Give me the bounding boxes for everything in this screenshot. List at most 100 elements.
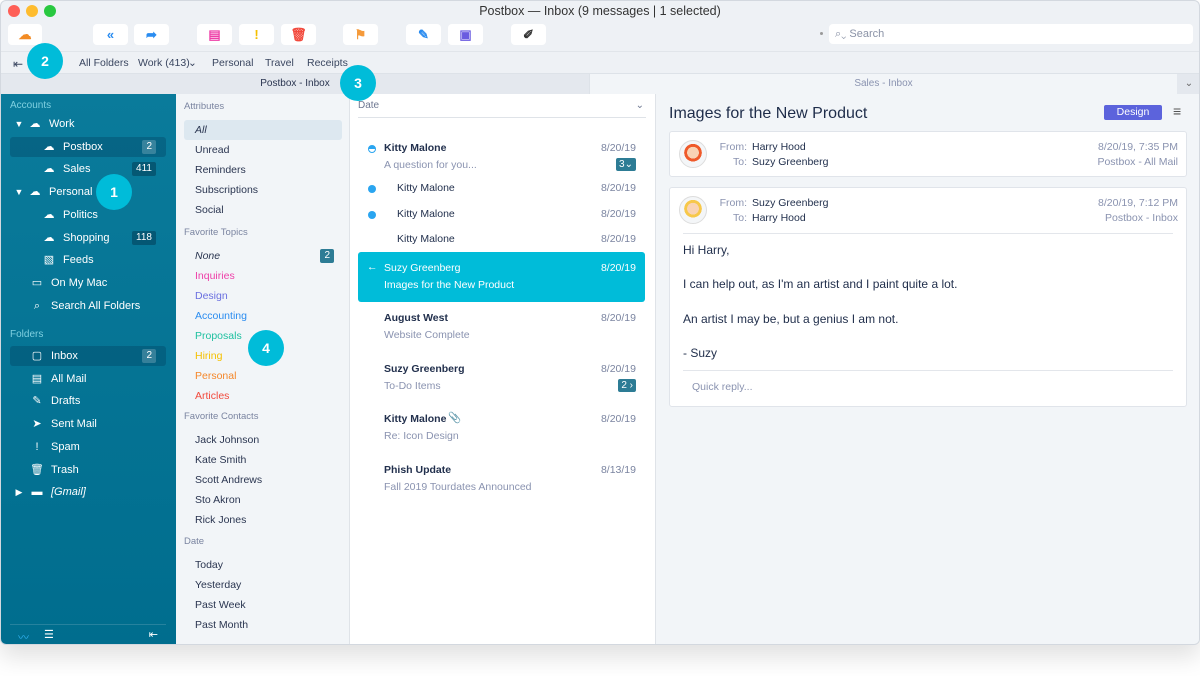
sidebar-item-gmail[interactable]: ▶ ▬ [Gmail] (10, 482, 166, 502)
minimize-button[interactable] (26, 5, 38, 17)
archive-button[interactable]: ▤ (197, 24, 232, 45)
sidebar-item-sent-mail[interactable]: ➤ Sent Mail (10, 414, 166, 434)
message-row[interactable]: Suzy Greenberg 8/20/19 To-Do Items 2 › (358, 353, 645, 403)
filter-accounting[interactable]: Accounting (184, 306, 342, 326)
message-row[interactable]: August West 8/20/19 Website Complete (358, 302, 645, 352)
disclosure-triangle-icon[interactable]: ▼ (12, 182, 26, 202)
thread-count-badge[interactable]: 3⌄ (616, 158, 636, 171)
favorite-work-[interactable]: Work (413) (138, 57, 190, 69)
pencil-icon: ✎ (32, 395, 42, 408)
close-button[interactable] (8, 5, 20, 17)
sender: Kitty Malone (397, 182, 455, 194)
sidebar-item-trash[interactable]: 🗑 Trash (10, 460, 166, 480)
filter-past-month[interactable]: Past Month (184, 615, 342, 635)
thread-child-row[interactable]: Kitty Malone 8/20/19 (358, 179, 645, 199)
thread-child-row[interactable]: Kitty Malone 8/20/19 (358, 230, 645, 250)
search-input[interactable]: ⌕⌄ Search (829, 24, 1193, 44)
sign-out-icon[interactable]: ⇤ (149, 628, 158, 641)
tab-sales-inbox[interactable]: Sales - Inbox (589, 74, 1177, 94)
message-folder[interactable]: Postbox - Inbox (1105, 212, 1178, 224)
sidebar-item-feeds[interactable]: ▧ Feeds (10, 250, 166, 270)
quick-reply-input[interactable]: Quick reply... (692, 381, 753, 393)
subject: To-Do Items (384, 380, 441, 392)
filter-subscriptions[interactable]: Subscriptions (184, 180, 342, 200)
sidebar-item-politics[interactable]: ☁ Politics (10, 205, 166, 225)
thread-count-badge[interactable]: 2 › (618, 379, 636, 392)
customize-button[interactable]: ✐ (511, 24, 546, 45)
junk-button[interactable]: ! (239, 24, 274, 45)
favorite-all-folders[interactable]: All Folders (79, 57, 129, 69)
search-icon[interactable]: ⌕⌄ (835, 28, 846, 40)
filter-social[interactable]: Social (184, 200, 342, 220)
sidebar-item-sales[interactable]: ☁ Sales 411 (10, 159, 166, 179)
filter-none[interactable]: None 2 (184, 246, 342, 266)
sidebar-item-personal[interactable]: ▼ ☁ Personal (10, 182, 166, 202)
filter-today[interactable]: Today (184, 555, 342, 575)
sidebar-item-drafts[interactable]: ✎ Drafts (10, 391, 166, 411)
message-row[interactable]: Kitty Malone 8/20/19 Re: Icon Design 📎 (358, 403, 645, 453)
tab-postbox-inbox[interactable]: Postbox - Inbox (1, 74, 589, 94)
favorite-travel[interactable]: Travel (265, 57, 294, 69)
filter-articles[interactable]: Articles (184, 386, 342, 406)
filter-past-week[interactable]: Past Week (184, 595, 342, 615)
chevron-down-icon[interactable]: ⌄ (188, 57, 197, 69)
to-name[interactable]: Suzy Greenberg (752, 156, 828, 168)
unread-dot-icon[interactable] (368, 210, 376, 219)
filter-yesterday[interactable]: Yesterday (184, 575, 342, 595)
sidebar-item-spam[interactable]: ! Spam (10, 437, 166, 457)
get-mail-button[interactable]: ☁ (8, 24, 42, 45)
thread-child-row[interactable]: Kitty Malone 8/20/19 (358, 205, 645, 225)
partially-read-icon[interactable] (368, 145, 376, 153)
thread-row[interactable]: Kitty Malone 8/20/19 A question for you...… (358, 132, 645, 182)
favorite-personal[interactable]: Personal (212, 57, 253, 69)
sort-header[interactable]: Date ⌄ (358, 100, 646, 118)
compose-button[interactable]: ✎ (406, 24, 441, 45)
sidebar-item-label: All Mail (51, 372, 87, 385)
sidebar-item-inbox[interactable]: ▢ Inbox 2 (10, 346, 166, 366)
filter-all[interactable]: All (184, 120, 342, 140)
filter-jack-johnson[interactable]: Jack Johnson (184, 430, 342, 450)
topic-tag[interactable]: Design (1104, 105, 1162, 120)
tab-overflow-chevron-icon[interactable]: ⌄ (1177, 74, 1199, 94)
filter-rick-jones[interactable]: Rick Jones (184, 510, 342, 530)
sign-out-icon[interactable]: ⇤ (13, 57, 23, 71)
sidebar-item-search-all-folders[interactable]: ⌕ Search All Folders (10, 296, 166, 316)
menu-icon[interactable]: ≡ (1173, 103, 1181, 119)
settings-sliders-icon[interactable]: ☰ (44, 628, 54, 641)
favorite-receipts[interactable]: Receipts (307, 57, 348, 69)
message-folder[interactable]: Postbox - All Mail (1097, 156, 1178, 168)
activity-icon[interactable]: 〰 (18, 629, 29, 644)
unread-dot-icon[interactable] (368, 185, 376, 193)
forward-icon: ➦ (146, 26, 157, 42)
to-name[interactable]: Harry Hood (752, 212, 806, 224)
chevron-down-icon[interactable]: ⌄ (636, 100, 644, 111)
forward-button[interactable]: ➦ (134, 24, 169, 45)
from-name[interactable]: Harry Hood (752, 141, 806, 153)
disclosure-triangle-icon[interactable]: ▶ (12, 482, 26, 502)
filter-design[interactable]: Design (184, 286, 342, 306)
filter-sto-akron[interactable]: Sto Akron (184, 490, 342, 510)
filter-kate-smith[interactable]: Kate Smith (184, 450, 342, 470)
message-row[interactable]: Phish Update 8/13/19 Fall 2019 Tourdates A… (358, 454, 645, 504)
filter-personal[interactable]: Personal (184, 366, 342, 386)
filter-reminders[interactable]: Reminders (184, 160, 342, 180)
reply-all-button[interactable]: « (93, 24, 128, 45)
contacts-button[interactable]: ▣ (448, 24, 483, 45)
zoom-button[interactable] (44, 5, 56, 17)
message-row[interactable]: ← Suzy Greenberg 8/20/19 Images for the New… (358, 252, 645, 302)
sidebar-item-work[interactable]: ▼ ☁ Work (10, 114, 166, 134)
sidebar-item-all-mail[interactable]: ▤ All Mail (10, 369, 166, 389)
filter-label: Rick Jones (195, 514, 247, 526)
sidebar-item-on-my-mac[interactable]: ▭ On My Mac (10, 273, 166, 293)
from-name[interactable]: Suzy Greenberg (752, 197, 828, 209)
sidebar-item-shopping[interactable]: ☁ Shopping 118 (10, 228, 166, 248)
delete-button[interactable]: 🗑 (281, 24, 316, 45)
filter-unread[interactable]: Unread (184, 140, 342, 160)
sidebar-item-postbox[interactable]: ☁ Postbox 2 (10, 136, 166, 157)
filter-scott-andrews[interactable]: Scott Andrews (184, 470, 342, 490)
folders-heading: Folders (10, 329, 44, 340)
disclosure-triangle-icon[interactable]: ▼ (12, 114, 26, 134)
filter-inquiries[interactable]: Inquiries (184, 266, 342, 286)
flag-button[interactable]: ⚑ (343, 24, 378, 45)
filter-label: Unread (195, 144, 230, 156)
